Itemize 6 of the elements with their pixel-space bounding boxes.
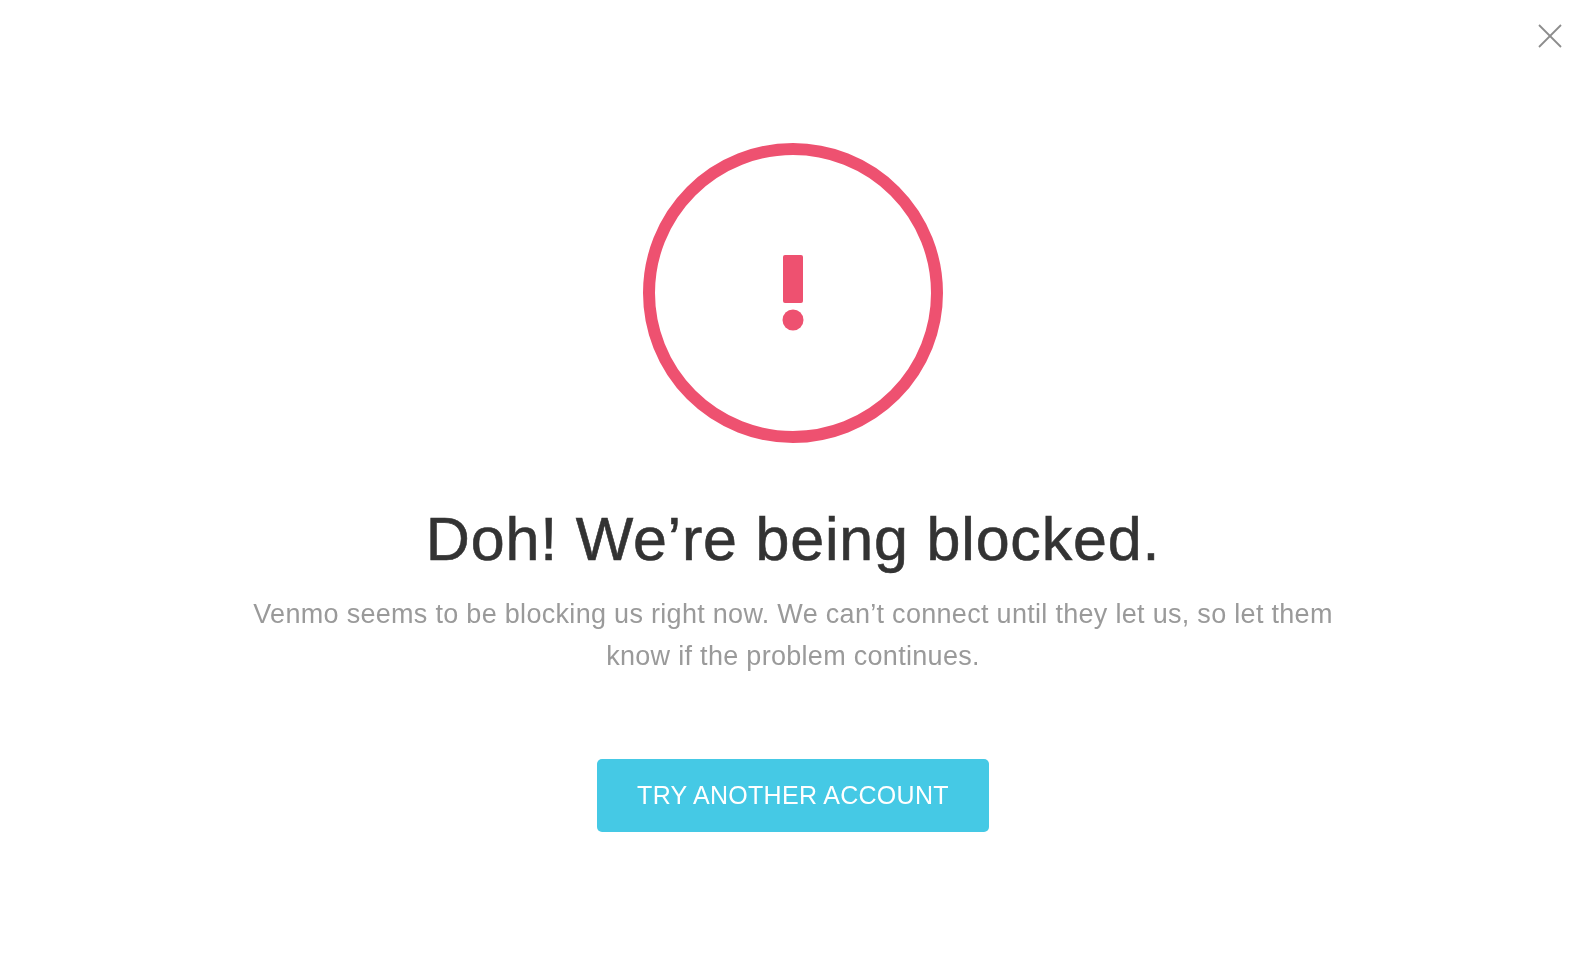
try-another-account-button[interactable]: TRY ANOTHER ACCOUNT [597, 759, 989, 832]
alert-title: Doh! We’re being blocked. [425, 504, 1161, 575]
close-button[interactable] [1538, 24, 1562, 48]
exclamation-circle-icon [643, 143, 943, 443]
alert-message: Venmo seems to be blocking us right now. We can’t connect until they let us, so let them know if the problem continues. [252, 598, 1334, 673]
close-icon [1538, 24, 1562, 48]
